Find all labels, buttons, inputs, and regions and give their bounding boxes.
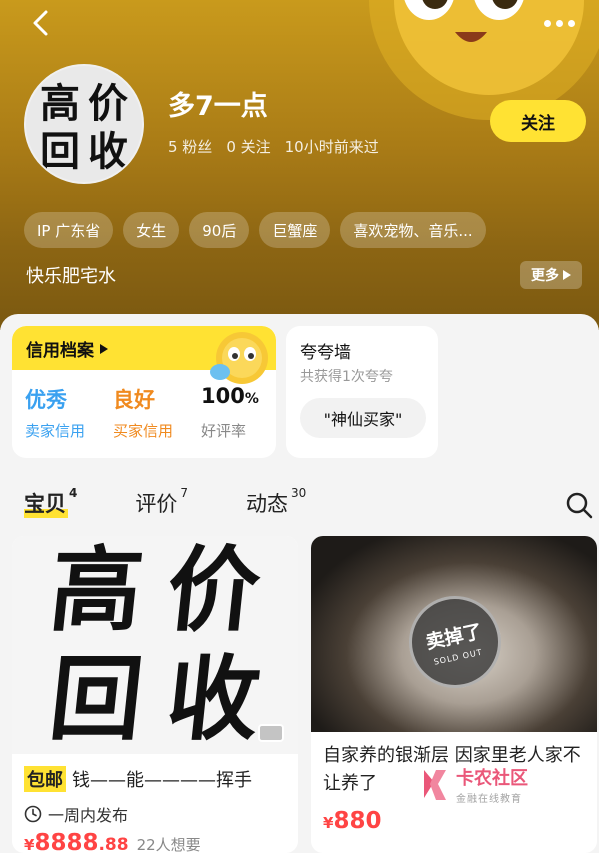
last-seen: 10小时前来过 bbox=[284, 138, 379, 156]
user-bio: 快乐肥宅水 bbox=[26, 266, 116, 287]
product-title: 包邮 钱——能————挥手 bbox=[24, 766, 252, 792]
avatar-char: 价 bbox=[88, 80, 128, 127]
publish-time: 一周内发布 bbox=[24, 802, 128, 826]
mascot-icon bbox=[210, 332, 268, 384]
product-image: 卖掉了 SOLD OUT bbox=[311, 536, 597, 732]
fans-count[interactable]: 5 粉丝 bbox=[168, 136, 212, 157]
more-label: 更多 bbox=[531, 268, 559, 284]
rating-number: 100 bbox=[201, 384, 245, 408]
user-stats: 5 粉丝 0 关注 10小时前来过 bbox=[168, 136, 379, 157]
credit-title: 信用档案 bbox=[26, 336, 108, 361]
credit-values: 优秀 卖家信用 良好 买家信用 100% 好评率 bbox=[12, 384, 276, 441]
gallery-icon bbox=[258, 724, 284, 742]
price-integer: 8888 bbox=[34, 830, 99, 853]
tag-gender: 女生 bbox=[123, 212, 180, 248]
tab-posts[interactable]: 动态 30 bbox=[246, 486, 307, 518]
product-image: 高 价 回 收 bbox=[12, 536, 298, 754]
following-count[interactable]: 0 关注 bbox=[226, 136, 270, 157]
follow-button[interactable]: 关注 bbox=[490, 100, 586, 142]
product-card[interactable]: 卖掉了 SOLD OUT 自家养的银渐层 因家里老人家不让养了 ¥880 bbox=[311, 536, 597, 853]
praise-wall-card[interactable]: 夸夸墙 共获得1次夸夸 "神仙买家" bbox=[286, 326, 438, 458]
positive-rating: 100% 好评率 bbox=[188, 384, 276, 441]
product-price: ¥8888.88 bbox=[24, 830, 129, 853]
clock-icon bbox=[24, 805, 42, 823]
rating-unit: % bbox=[244, 391, 259, 407]
avatar-char: 收 bbox=[88, 128, 128, 175]
image-char: 回 bbox=[44, 645, 149, 753]
tag-interests[interactable]: 喜欢宠物、音乐... bbox=[340, 212, 486, 248]
tab-reviews-count: 7 bbox=[180, 486, 188, 500]
avatar-char: 回 bbox=[40, 128, 80, 175]
image-char: 价 bbox=[161, 536, 266, 644]
product-price: ¥880 bbox=[323, 808, 381, 834]
user-nickname: 多7一点 bbox=[168, 91, 268, 122]
caret-right-icon bbox=[100, 343, 108, 354]
praise-chip[interactable]: "神仙买家" bbox=[300, 398, 426, 438]
free-shipping-badge: 包邮 bbox=[24, 766, 66, 792]
buyer-credit: 良好 买家信用 bbox=[100, 384, 188, 441]
product-card[interactable]: 高 价 回 收 包邮 钱——能————挥手 一周内发布 ¥8888.88 22人… bbox=[12, 536, 298, 853]
seller-credit-label: 卖家信用 bbox=[25, 422, 86, 440]
avatar[interactable]: 高 价 回 收 bbox=[24, 64, 144, 184]
product-title-text: 钱——能————挥手 bbox=[72, 770, 252, 791]
seller-credit-value: 优秀 bbox=[25, 388, 67, 412]
tab-reviews-label: 评价 bbox=[135, 492, 178, 516]
watermark-text: 卡农社区 金融在线教育 bbox=[456, 764, 528, 805]
credit-title-label: 信用档案 bbox=[26, 341, 94, 361]
watermark-logo-icon bbox=[424, 769, 446, 800]
watermark-sub: 金融在线教育 bbox=[456, 794, 522, 805]
image-char: 高 bbox=[44, 536, 149, 644]
more-options-icon[interactable] bbox=[539, 8, 579, 38]
buyer-credit-label: 买家信用 bbox=[113, 422, 174, 440]
watermark: 卡农社区 金融在线教育 bbox=[420, 764, 528, 805]
tab-posts-label: 动态 bbox=[246, 492, 288, 516]
price-currency: ¥ bbox=[323, 814, 334, 832]
publish-time-text: 一周内发布 bbox=[48, 806, 129, 825]
positive-rating-label: 好评率 bbox=[201, 422, 247, 440]
search-icon[interactable] bbox=[564, 490, 594, 520]
buyer-credit-value: 良好 bbox=[113, 388, 155, 412]
tag-zodiac: 巨蟹座 bbox=[259, 212, 331, 248]
caret-right-icon bbox=[563, 270, 571, 280]
tag-generation: 90后 bbox=[189, 212, 250, 248]
tag-location: IP 广东省 bbox=[24, 212, 114, 248]
praise-wall-subtitle: 共获得1次夸夸 bbox=[300, 369, 393, 385]
avatar-char: 高 bbox=[40, 80, 80, 127]
tab-reviews[interactable]: 评价 7 bbox=[135, 486, 188, 518]
watermark-name: 卡农社区 bbox=[456, 768, 528, 789]
profile-header: 高 价 回 收 多7一点 5 粉丝 0 关注 10小时前来过 关注 IP 广东省… bbox=[0, 0, 599, 330]
praise-wall-title: 夸夸墙 bbox=[300, 343, 351, 363]
wants-count: 22人想要 bbox=[136, 836, 201, 853]
back-arrow-icon[interactable] bbox=[26, 8, 56, 38]
price-decimal: .88 bbox=[98, 835, 129, 853]
price-row: ¥8888.88 22人想要 bbox=[24, 830, 201, 853]
content-tabs: 宝贝 4 评价 7 动态 30 bbox=[24, 486, 307, 518]
tab-items-label: 宝贝 bbox=[24, 492, 66, 516]
more-button[interactable]: 更多 bbox=[520, 261, 582, 289]
tab-items-count: 4 bbox=[69, 486, 78, 500]
price-integer: 880 bbox=[333, 808, 382, 834]
user-tags: IP 广东省 女生 90后 巨蟹座 喜欢宠物、音乐... bbox=[24, 212, 486, 248]
seller-credit: 优秀 卖家信用 bbox=[12, 384, 100, 441]
tab-posts-count: 30 bbox=[291, 486, 307, 500]
positive-rating-value: 100% bbox=[201, 384, 276, 414]
sold-out-stamp: 卖掉了 SOLD OUT bbox=[400, 587, 510, 697]
price-row: ¥880 bbox=[323, 808, 381, 834]
tab-items[interactable]: 宝贝 4 bbox=[24, 486, 78, 518]
price-currency: ¥ bbox=[24, 836, 35, 853]
credit-card[interactable]: 信用档案 优秀 卖家信用 良好 买家信用 100% 好评率 bbox=[12, 326, 276, 458]
